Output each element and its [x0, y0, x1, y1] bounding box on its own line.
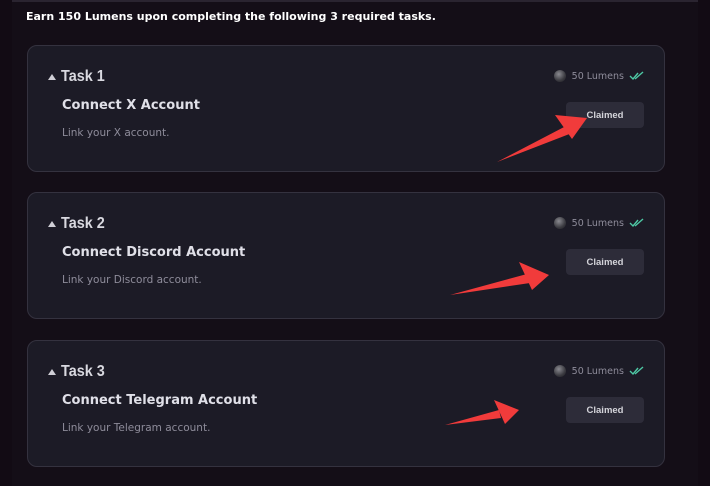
- task-header[interactable]: Task 1: [48, 68, 110, 86]
- collapse-caret-icon[interactable]: [48, 74, 56, 80]
- claimed-button[interactable]: Claimed: [566, 102, 644, 128]
- task-card-2: Task 2 Connect Discord Account Link your…: [27, 192, 665, 319]
- claimed-button[interactable]: Claimed: [566, 397, 644, 423]
- task-description: Link your Telegram account.: [62, 422, 211, 434]
- task-header[interactable]: Task 2: [48, 215, 110, 233]
- collapse-caret-icon[interactable]: [48, 369, 56, 375]
- lumen-coin-icon: [553, 365, 566, 377]
- task-description: Link your X account.: [62, 127, 170, 139]
- task-header[interactable]: Task 3: [48, 363, 110, 381]
- task-reward: 50 Lumens: [553, 365, 644, 377]
- collapse-caret-icon[interactable]: [48, 221, 56, 227]
- double-check-icon: [629, 218, 644, 228]
- task-card-3: Task 3 Connect Telegram Account Link you…: [27, 340, 665, 467]
- task-label: Task 3: [61, 363, 105, 380]
- task-description: Link your Discord account.: [62, 274, 202, 286]
- task-label: Task 1: [61, 68, 105, 85]
- task-title: Connect X Account: [62, 98, 200, 113]
- task-title: Connect Discord Account: [62, 245, 246, 260]
- tasks-intro-text: Earn 150 Lumens upon completing the foll…: [26, 10, 436, 23]
- task-card-1: Task 1 Connect X Account Link your X acc…: [27, 45, 665, 172]
- lumen-coin-icon: [553, 217, 566, 229]
- lumen-coin-icon: [553, 70, 566, 82]
- reward-amount: 50 Lumens: [571, 217, 624, 229]
- panel-divider: [12, 0, 698, 2]
- double-check-icon: [629, 71, 644, 81]
- task-reward: 50 Lumens: [553, 70, 644, 82]
- task-label: Task 2: [61, 215, 105, 232]
- claimed-button[interactable]: Claimed: [566, 249, 644, 275]
- reward-amount: 50 Lumens: [571, 365, 624, 377]
- task-title: Connect Telegram Account: [62, 393, 258, 408]
- reward-amount: 50 Lumens: [571, 70, 624, 82]
- task-reward: 50 Lumens: [553, 217, 644, 229]
- double-check-icon: [629, 366, 644, 376]
